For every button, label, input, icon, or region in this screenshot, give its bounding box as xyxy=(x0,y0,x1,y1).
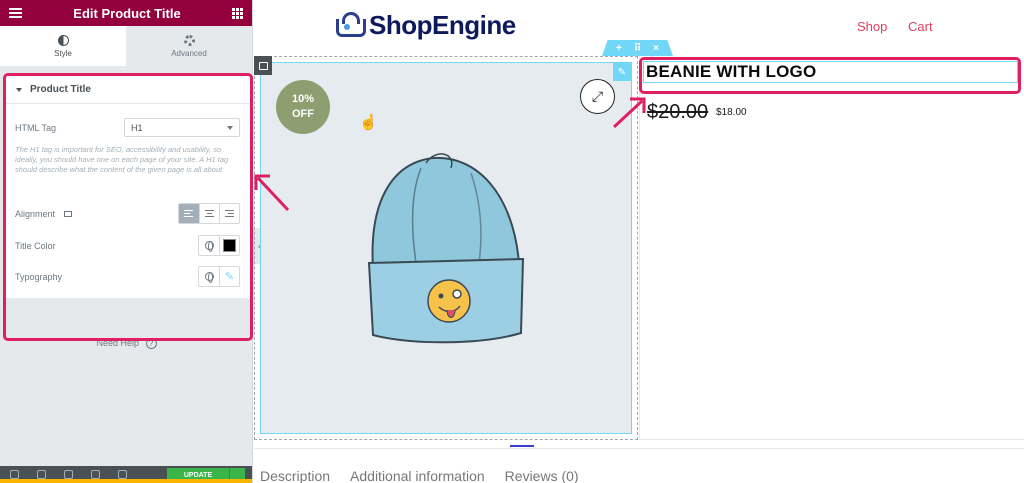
settings-icon[interactable] xyxy=(10,470,19,479)
need-help-label: Need Help xyxy=(96,338,139,348)
tab-advanced[interactable]: Advanced xyxy=(126,26,252,66)
pencil-icon: ✎ xyxy=(224,271,235,283)
title-color-label: Title Color xyxy=(15,240,56,251)
alignment-control: Alignment xyxy=(15,203,240,224)
globe-icon xyxy=(204,241,214,252)
progress-strip xyxy=(0,479,252,483)
history-icon[interactable] xyxy=(64,470,73,479)
site-logo[interactable]: ShopEngine xyxy=(336,9,516,41)
column-edit-handle[interactable] xyxy=(254,56,272,75)
typography-control: Typography ✎ xyxy=(15,266,240,287)
tab-description[interactable]: Description xyxy=(260,468,330,483)
tabs-divider xyxy=(254,448,1024,449)
html-tag-select[interactable]: H1 xyxy=(124,118,240,137)
close-icon[interactable]: × xyxy=(653,43,659,54)
column-icon xyxy=(258,61,268,70)
nav-shop[interactable]: Shop xyxy=(857,19,887,34)
question-icon: ? xyxy=(145,338,157,349)
navigator-icon[interactable] xyxy=(37,470,46,479)
sale-badge-percent: 10% xyxy=(291,93,315,105)
section-title: Product Title xyxy=(30,84,91,95)
panel-tabs: Style Advanced xyxy=(0,26,252,66)
zoom-expand-button[interactable]: ⤢ xyxy=(580,79,615,114)
section-handle: + ⠿ × xyxy=(602,40,673,56)
chevron-down-icon xyxy=(227,125,233,130)
tab-additional-information[interactable]: Additional information xyxy=(350,468,485,483)
color-swatch-button[interactable] xyxy=(219,236,239,255)
alignment-label-wrap: Alignment xyxy=(15,209,72,219)
color-swatch xyxy=(223,239,236,252)
title-color-control: Title Color xyxy=(15,235,240,256)
globe-icon xyxy=(204,272,214,283)
global-typography-button[interactable] xyxy=(199,267,219,286)
panel-header: Edit Product Title xyxy=(0,0,252,26)
basket-logo-icon xyxy=(336,11,366,39)
html-tag-control: HTML Tag H1 xyxy=(15,118,240,137)
preview-icon[interactable] xyxy=(118,470,127,479)
align-right-button[interactable] xyxy=(219,204,239,223)
typography-buttons: ✎ xyxy=(198,266,240,287)
contrast-icon xyxy=(57,34,69,46)
regular-price: $20.00 xyxy=(647,101,709,123)
html-tag-description: The H1 tag is important for SEO, accessi… xyxy=(15,145,229,174)
widget-edit-button[interactable]: ✎ xyxy=(613,63,631,81)
product-title-section: Product Title HTML Tag H1 The H1 tag is … xyxy=(6,76,250,298)
alignment-label: Alignment xyxy=(15,208,56,219)
section-toggle[interactable]: Product Title xyxy=(6,76,250,104)
drag-handle-icon[interactable]: ⠿ xyxy=(634,43,641,54)
tab-style[interactable]: Style xyxy=(0,26,126,66)
alignment-buttons xyxy=(178,203,240,224)
menu-icon[interactable] xyxy=(9,8,22,18)
align-center-button[interactable] xyxy=(199,204,219,223)
panel-title: Edit Product Title xyxy=(73,5,181,21)
expand-icon: ⤢ xyxy=(591,88,604,104)
add-section-icon[interactable]: + xyxy=(616,43,622,54)
need-help-link[interactable]: Need Help ? xyxy=(0,338,252,349)
edit-typography-button[interactable]: ✎ xyxy=(219,267,239,286)
logo-text: ShopEngine xyxy=(369,9,516,40)
sale-badge-off: OFF xyxy=(292,108,314,120)
widgets-grid-icon[interactable] xyxy=(231,7,243,19)
caret-down-icon xyxy=(16,87,22,92)
nav-cart[interactable]: Cart xyxy=(908,19,933,34)
product-title: BEANIE WITH LOGO xyxy=(646,62,817,81)
html-tag-value: H1 xyxy=(131,122,143,133)
responsive-desktop-icon[interactable] xyxy=(63,211,72,218)
sale-price: $18.00 xyxy=(716,107,747,118)
editor-panel: Edit Product Title Style Advanced Produc… xyxy=(0,0,253,483)
hand-cursor-icon: ☝ xyxy=(359,114,378,131)
tab-style-label: Style xyxy=(54,48,72,58)
html-tag-label: HTML Tag xyxy=(15,122,57,133)
product-tabs: Description Additional information Revie… xyxy=(260,468,579,483)
align-left-button[interactable] xyxy=(179,204,199,223)
tab-indicator xyxy=(510,445,534,447)
title-color-picker xyxy=(198,235,240,256)
gear-icon xyxy=(183,34,195,46)
typography-label: Typography xyxy=(15,271,63,282)
sale-badge: 10% OFF xyxy=(276,80,330,134)
tab-reviews[interactable]: Reviews (0) xyxy=(505,468,579,483)
global-color-button[interactable] xyxy=(199,236,219,255)
tab-advanced-label: Advanced xyxy=(171,48,207,58)
responsive-icon[interactable] xyxy=(91,470,100,479)
pencil-icon: ✎ xyxy=(617,66,627,78)
